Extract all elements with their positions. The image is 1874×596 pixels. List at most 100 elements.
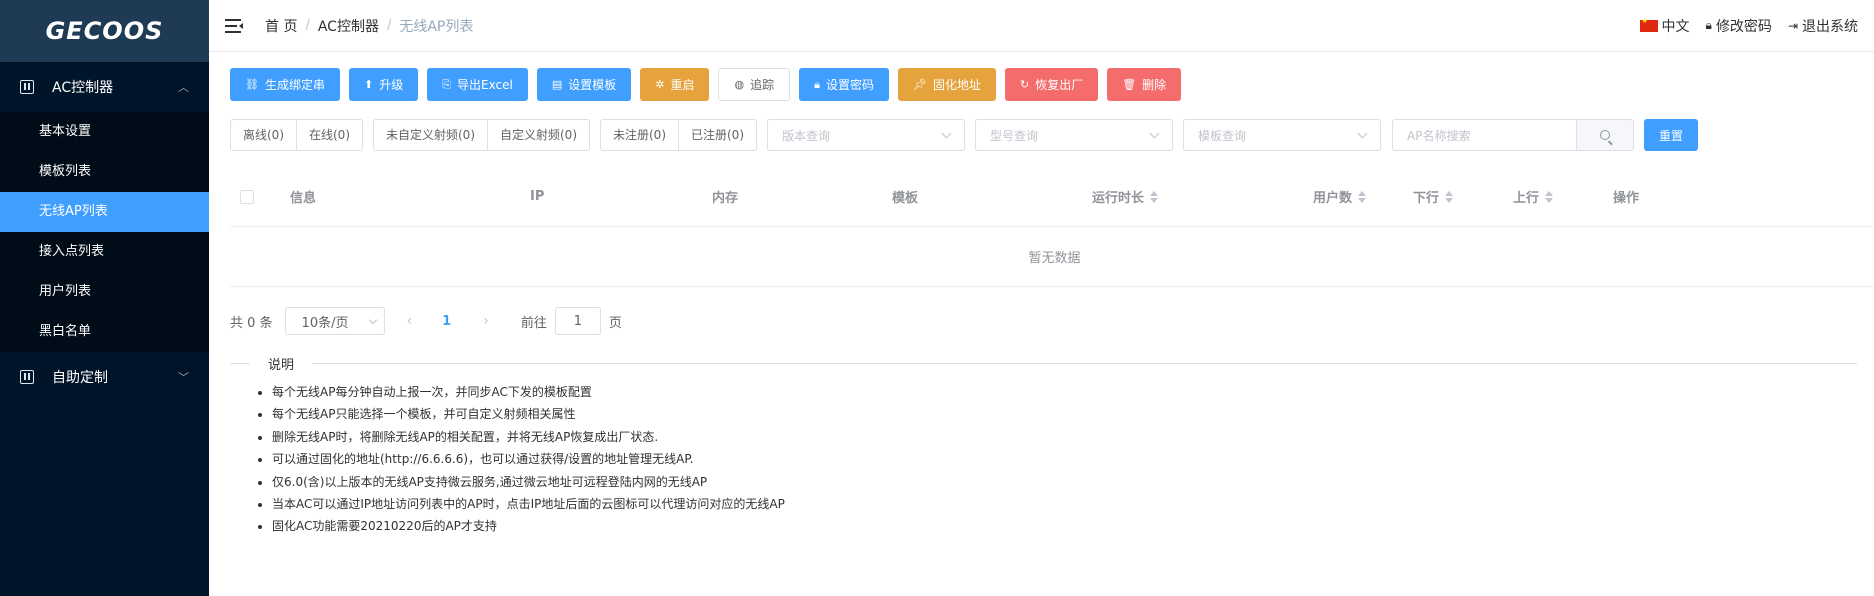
- logo-text: GECOOS: [45, 17, 164, 45]
- button-label: 重启: [670, 78, 695, 92]
- menu-toggle-icon[interactable]: [225, 18, 243, 33]
- delete-button[interactable]: 🗑︎ 删除: [1107, 68, 1182, 101]
- document-icon: ▤: [551, 78, 563, 91]
- note-item: 删除无线AP时，将删除无线AP的相关配置，并将无线AP恢复成出厂状态.: [272, 426, 1857, 448]
- ap-table: 信息 IP 内存 模板 运行时长 用户数 下行 上行 操作 暂无数据: [230, 167, 1874, 287]
- column-uptime: 运行时长: [1092, 191, 1145, 206]
- pin-icon: 📌︎: [912, 78, 927, 91]
- status-filter-group: 离线(0) 在线(0): [230, 119, 363, 151]
- page-size-value: 10条/页: [301, 315, 349, 331]
- button-label: 设置模板: [568, 78, 617, 92]
- main-area: 首 页 / AC控制器 / 无线AP列表 中文 🔒︎ 修改密码 ⇥ 退出系统: [209, 0, 1874, 596]
- restart-icon: ✲: [655, 78, 665, 91]
- column-ip: IP: [530, 189, 545, 204]
- column-header[interactable]: 下行: [1413, 167, 1513, 227]
- logout-link[interactable]: ⇥ 退出系统: [1788, 16, 1858, 36]
- column-users: 用户数: [1313, 191, 1353, 206]
- search-icon: [1600, 130, 1610, 140]
- sidebar-item-access-point-list[interactable]: 接入点列表: [0, 232, 209, 272]
- upgrade-button[interactable]: ⬆ 升级: [348, 68, 419, 101]
- filter-online[interactable]: 在线(0): [296, 120, 362, 150]
- prev-page-icon[interactable]: ‹: [407, 313, 413, 329]
- note-item: 固化AC功能需要20210220后的AP才支持: [272, 515, 1857, 537]
- sidebar-item-basic-settings[interactable]: 基本设置: [0, 112, 209, 152]
- model-select[interactable]: 型号查询: [975, 119, 1173, 151]
- restart-button[interactable]: ✲ 重启: [640, 68, 710, 101]
- filter-non-custom-rf[interactable]: 未自定义射频(0): [374, 120, 487, 150]
- logo: GECOOS: [0, 0, 209, 62]
- header-actions: 中文 🔒︎ 修改密码 ⇥ 退出系统: [1639, 16, 1858, 36]
- filter-bar: 离线(0) 在线(0) 未自定义射频(0) 自定义射频(0) 未注册(0) 已注…: [230, 119, 1857, 151]
- goto-page-input[interactable]: 1: [554, 307, 601, 335]
- sliders-icon: [20, 370, 34, 384]
- fix-address-button[interactable]: 📌︎ 固化地址: [897, 68, 996, 101]
- next-page-icon[interactable]: ›: [483, 313, 489, 329]
- column-header[interactable]: 用户数: [1313, 167, 1413, 227]
- goto-prefix: 前往: [520, 315, 547, 331]
- reset-button[interactable]: 重置: [1644, 119, 1699, 151]
- chevron-down-icon: [1357, 128, 1368, 138]
- column-header: 内存: [712, 167, 892, 227]
- search-button[interactable]: [1576, 119, 1634, 151]
- menu-group-self-service[interactable]: 自助定制 ﹀: [0, 352, 209, 402]
- export-excel-button[interactable]: ⎘ 导出Excel: [427, 68, 528, 101]
- set-password-button[interactable]: 🔒︎ 设置密码: [799, 68, 889, 101]
- column-header: 模板: [892, 167, 1092, 227]
- sidebar-item-black-white-list[interactable]: 黑白名单: [0, 312, 209, 352]
- ap-search-input[interactable]: AP名称搜索: [1392, 119, 1576, 151]
- filter-offline[interactable]: 离线(0): [231, 120, 296, 150]
- breadcrumb-home[interactable]: 首 页: [265, 16, 297, 36]
- breadcrumb-current: 无线AP列表: [399, 18, 474, 35]
- filter-custom-rf[interactable]: 自定义射频(0): [487, 120, 589, 150]
- notes-divider: 说明: [230, 353, 1857, 373]
- change-password-link[interactable]: 🔒︎ 修改密码: [1706, 16, 1772, 36]
- generate-binding-button[interactable]: ⛓ 生成绑定串: [230, 68, 340, 101]
- language-switch[interactable]: 中文: [1639, 16, 1690, 36]
- template-select[interactable]: 模板查询: [1183, 119, 1381, 151]
- set-template-button[interactable]: ▤ 设置模板: [536, 68, 632, 101]
- ap-search: AP名称搜索: [1392, 119, 1634, 151]
- top-header: 首 页 / AC控制器 / 无线AP列表 中文 🔒︎ 修改密码 ⇥ 退出系统: [209, 0, 1874, 52]
- breadcrumb-ac-controller[interactable]: AC控制器: [318, 16, 379, 36]
- button-label: 删除: [1142, 78, 1167, 92]
- filter-registered[interactable]: 已注册(0): [678, 120, 756, 150]
- export-icon: ⎘: [442, 77, 452, 91]
- button-label: 设置密码: [825, 78, 874, 92]
- pagination: 共 0 条 10条/页 ‹ 1 › 前往 1 页: [230, 307, 1857, 335]
- column-memory: 内存: [712, 191, 739, 206]
- menu-group-ac-controller[interactable]: AC控制器 ︿: [0, 62, 209, 112]
- select-all-checkbox[interactable]: [240, 189, 254, 204]
- pagination-total: 共 0 条: [230, 315, 273, 331]
- column-header[interactable]: 上行: [1513, 167, 1613, 227]
- chevron-down-icon: ﹀: [178, 371, 189, 384]
- column-header: IP: [530, 167, 712, 227]
- filter-unregistered[interactable]: 未注册(0): [601, 120, 678, 150]
- sort-icon: [1545, 190, 1554, 203]
- button-label: 追踪: [750, 78, 775, 92]
- china-flag-icon: [1639, 17, 1658, 32]
- column-actions: 操作: [1613, 191, 1640, 206]
- version-select[interactable]: 版本查询: [767, 119, 965, 151]
- column-header[interactable]: 运行时长: [1092, 167, 1313, 227]
- page-number[interactable]: 1: [442, 314, 451, 329]
- notes-list: 每个无线AP每分钟自动上报一次，并同步AC下发的模板配置 每个无线AP只能选择一…: [230, 381, 1857, 538]
- column-header: 操作: [1613, 167, 1713, 227]
- trash-icon: 🗑︎: [1122, 78, 1137, 91]
- note-item: 仅6.0(含)以上版本的无线AP支持微云服务,通过微云地址可远程登陆内网的无线A…: [272, 471, 1857, 493]
- column-template: 模板: [892, 191, 919, 206]
- sidebar-item-ap-list[interactable]: 无线AP列表: [0, 192, 209, 232]
- note-item: 可以通过固化的地址(http://6.6.6.6)，也可以通过获得/设置的地址管…: [272, 448, 1857, 470]
- sidebar-item-user-list[interactable]: 用户列表: [0, 272, 209, 312]
- page-size-select[interactable]: 10条/页: [284, 307, 385, 335]
- chevron-down-icon: [368, 315, 377, 324]
- notes-title: 说明: [250, 353, 313, 373]
- trace-button[interactable]: ◍ 追踪: [718, 68, 791, 101]
- globe-icon: ◍: [734, 78, 745, 91]
- sort-icon: [1445, 190, 1454, 203]
- change-password-label: 修改密码: [1715, 18, 1772, 35]
- sidebar-item-template-list[interactable]: 模板列表: [0, 152, 209, 192]
- link-icon: ⛓: [245, 78, 259, 91]
- sliders-icon: [20, 80, 34, 94]
- factory-reset-button[interactable]: ↻ 恢复出厂: [1004, 68, 1099, 101]
- select-all-cell: [230, 167, 290, 227]
